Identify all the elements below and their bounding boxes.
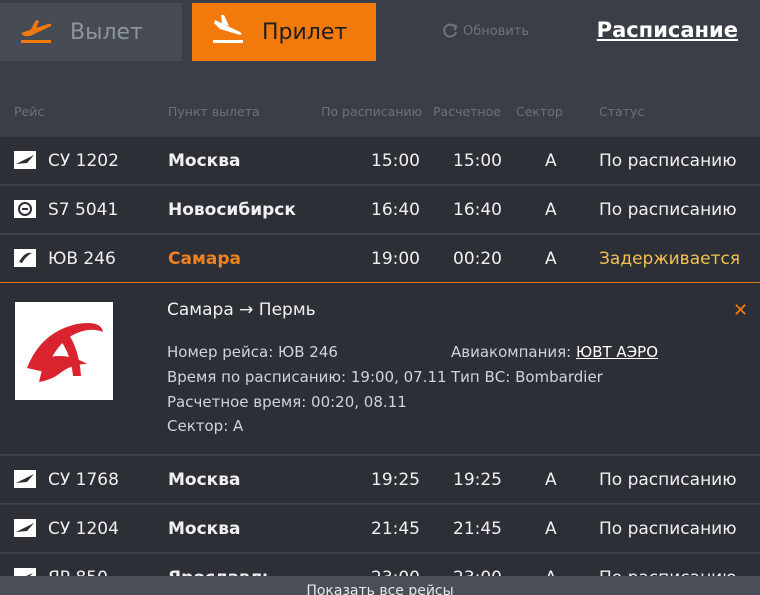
col-scheduled[interactable]: По расписанию xyxy=(321,104,422,119)
aeroflot-logo-icon xyxy=(14,151,36,169)
sector: A xyxy=(545,151,557,171)
flight-number: S7 5041 xyxy=(48,200,119,220)
flight-detail-panel: Самара → Пермь Номер рейса: ЮВ 246 Время… xyxy=(0,283,760,455)
estimated-time: 19:25 xyxy=(453,470,502,490)
sector: A xyxy=(545,249,557,269)
tab-arrival-label: Прилет xyxy=(262,19,348,45)
flight-number: СУ 1202 xyxy=(48,151,119,171)
col-flight[interactable]: Рейс xyxy=(14,104,44,119)
col-status[interactable]: Статус xyxy=(599,104,644,119)
show-all-flights-button[interactable]: Показать все рейсы xyxy=(0,576,760,595)
table-header: Рейс Пункт вылета По расписанию Расчетно… xyxy=(0,104,760,122)
estimated-time: 16:40 xyxy=(453,200,502,220)
detail-airline: Авиакомпания: ЮВТ АЭРО xyxy=(451,343,658,361)
departure-plane-icon xyxy=(18,16,54,48)
estimated-time: 15:00 xyxy=(453,151,502,171)
schedule-link[interactable]: Расписание xyxy=(597,18,738,42)
airline-link[interactable]: ЮВТ АЭРО xyxy=(576,343,658,361)
table-row[interactable]: S7 5041 Новосибирск 16:40 16:40 A По рас… xyxy=(0,186,760,234)
close-icon[interactable]: ✕ xyxy=(733,300,748,321)
origin-city: Москва xyxy=(168,519,241,539)
top-bar: Вылет Прилет Обновить Расписание xyxy=(0,0,760,68)
arrival-plane-icon xyxy=(210,15,246,49)
detail-aircraft-type: Тип ВС: Bombardier xyxy=(451,368,603,386)
status: По расписанию xyxy=(599,200,737,220)
sector: A xyxy=(545,519,557,539)
origin-city: Москва xyxy=(168,470,241,490)
tab-departure[interactable]: Вылет xyxy=(0,3,182,61)
status: Задерживается xyxy=(599,249,741,269)
refresh-icon xyxy=(443,23,458,38)
refresh-label: Обновить xyxy=(463,23,530,39)
route-title: Самара → Пермь xyxy=(167,300,316,320)
airline-logo xyxy=(15,302,113,400)
status: По расписанию xyxy=(599,519,737,539)
scheduled-time: 19:00 xyxy=(371,249,420,269)
detail-flight-number: Номер рейса: ЮВ 246 xyxy=(167,343,338,361)
flight-number: СУ 1768 xyxy=(48,470,119,490)
estimated-time: 00:20 xyxy=(453,249,502,269)
origin-city: Новосибирск xyxy=(168,200,296,220)
s7-logo-icon xyxy=(14,200,36,218)
scheduled-time: 15:00 xyxy=(371,151,420,171)
detail-scheduled-time: Время по расписанию: 19:00, 07.11 xyxy=(167,368,447,386)
scheduled-time: 16:40 xyxy=(371,200,420,220)
aeroflot-logo-icon xyxy=(14,470,36,488)
detail-estimated-time: Расчетное время: 00:20, 08.11 xyxy=(167,393,407,411)
airline-label: Авиакомпания: xyxy=(451,343,576,361)
table-row[interactable]: СУ 1204 Москва 21:45 21:45 A По расписан… xyxy=(0,505,760,553)
status: По расписанию xyxy=(599,470,737,490)
table-row[interactable]: ЮВ 246 Самара 19:00 00:20 A Задерживаетс… xyxy=(0,235,760,283)
uvt-logo-icon xyxy=(14,249,36,267)
flight-number: СУ 1204 xyxy=(48,519,119,539)
tab-arrival[interactable]: Прилет xyxy=(192,3,376,61)
col-sector[interactable]: Сектор xyxy=(516,104,563,119)
origin-city: Москва xyxy=(168,151,241,171)
flight-number: ЮВ 246 xyxy=(48,249,116,269)
table-row[interactable]: СУ 1202 Москва 15:00 15:00 A По расписан… xyxy=(0,137,760,185)
tab-departure-label: Вылет xyxy=(70,19,143,45)
sector: A xyxy=(545,470,557,490)
estimated-time: 21:45 xyxy=(453,519,502,539)
status: По расписанию xyxy=(599,151,737,171)
scheduled-time: 21:45 xyxy=(371,519,420,539)
origin-city: Самара xyxy=(168,249,241,269)
aeroflot-logo-icon xyxy=(14,519,36,537)
detail-sector: Сектор: A xyxy=(167,417,244,435)
sector: A xyxy=(545,200,557,220)
table-row[interactable]: СУ 1768 Москва 19:25 19:25 A По расписан… xyxy=(0,456,760,504)
col-from[interactable]: Пункт вылета xyxy=(168,104,260,119)
col-estimated[interactable]: Расчетное xyxy=(433,104,501,119)
refresh-button[interactable]: Обновить xyxy=(441,22,529,40)
scheduled-time: 19:25 xyxy=(371,470,420,490)
